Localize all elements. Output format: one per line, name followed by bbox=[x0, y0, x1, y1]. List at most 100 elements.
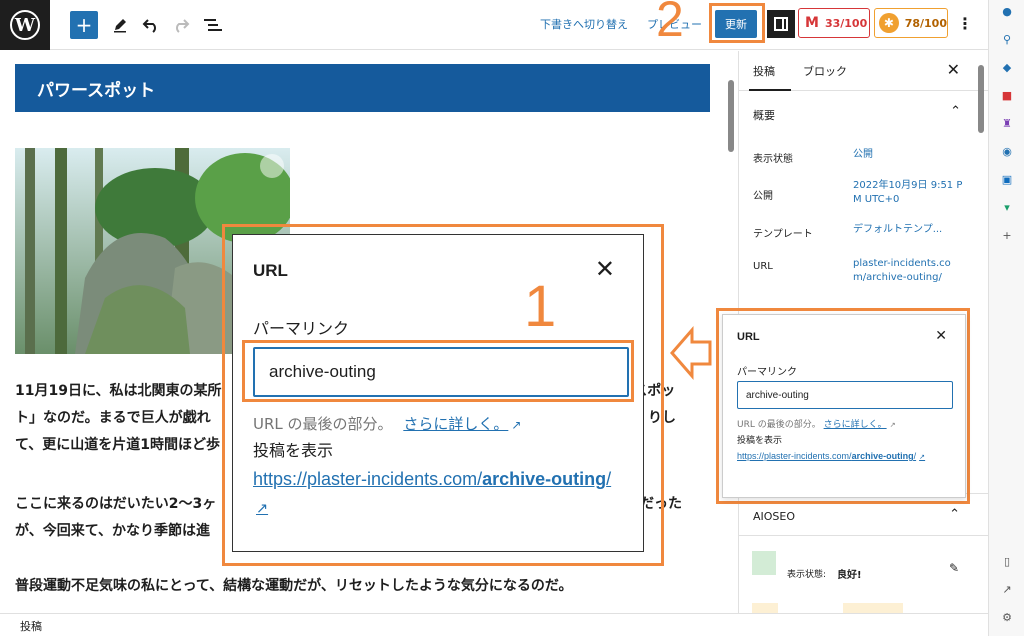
snippet-preview-block bbox=[843, 603, 903, 613]
url-label: URL bbox=[753, 261, 773, 272]
sidebar-tabs: 投稿 ブロック ✕ bbox=[739, 51, 988, 91]
view-post-label: 投稿を表示 bbox=[253, 441, 334, 460]
add-block-button[interactable]: + bbox=[70, 11, 98, 39]
publish-date-value[interactable]: 2022年10月9日 9:51 PM UTC+0 bbox=[853, 179, 963, 207]
browser-side-bar: ● ⚲ ◆ ■ ♜ ◉ ▣ ▾ + ▯ ↗ ⚙ bbox=[988, 0, 1024, 636]
slug-input-highlight-box bbox=[242, 340, 634, 402]
tag-icon[interactable]: ◆ bbox=[1001, 62, 1013, 74]
aioseo-score-badge[interactable]: ✱ 78/100 bbox=[874, 8, 948, 38]
redo-icon bbox=[176, 19, 190, 33]
search-icon[interactable]: ⚲ bbox=[1001, 34, 1013, 46]
tab-post[interactable]: 投稿 bbox=[753, 63, 775, 79]
aioseo-status-value: 良好! bbox=[837, 570, 862, 581]
settings-icon[interactable]: ⚙ bbox=[1001, 612, 1013, 624]
seo-logo-icon: M bbox=[805, 15, 819, 31]
post-permalink-link[interactable]: https://plaster-incidents.com/archive-ou… bbox=[253, 465, 623, 523]
post-paragraph[interactable]: 普段運動不足気味の私にとって、結構な運動だが、リセットしたような気分になるのだ。 bbox=[15, 573, 695, 600]
chevron-up-icon[interactable]: ⌃ bbox=[949, 507, 960, 522]
permalink-suffix: / bbox=[913, 451, 917, 461]
plus-icon: + bbox=[75, 13, 93, 37]
sidebar-icon bbox=[774, 17, 788, 31]
status-indicator-icon bbox=[752, 551, 776, 575]
url-value[interactable]: plaster-incidents.com/archive-outing/ bbox=[853, 257, 963, 285]
url-popover: URL ✕ パーマリンク URL の最後の部分。 さらに詳しく。↗ 投稿を表示 … bbox=[722, 314, 966, 498]
permalink-slug: archive-outing bbox=[851, 451, 914, 461]
aioseo-gear-icon: ✱ bbox=[879, 13, 899, 33]
close-icon[interactable]: ✕ bbox=[595, 255, 615, 283]
url-popover-title: URL bbox=[737, 331, 760, 343]
shopping-icon[interactable]: ▾ bbox=[1001, 202, 1013, 214]
sidebar-scrollbar-thumb[interactable] bbox=[978, 65, 984, 133]
aioseo-score-value: 78/100 bbox=[904, 16, 947, 30]
help-text: URL の最後の部分。 bbox=[737, 420, 821, 430]
paragraph-line: 普段運動不足気味の私にとって、結構な運動だが、リセットしたような気分になるのだ。 bbox=[15, 578, 573, 594]
seo-score-badge[interactable]: M 33/100 bbox=[798, 8, 870, 38]
learn-more-link[interactable]: さらに詳しく。 bbox=[403, 415, 508, 433]
view-post-label: 投稿を表示 bbox=[737, 436, 783, 446]
copilot-icon[interactable]: ◉ bbox=[1001, 146, 1013, 158]
wordpress-logo[interactable]: W bbox=[0, 0, 50, 50]
panel-icon[interactable]: ▯ bbox=[1001, 556, 1013, 568]
divider bbox=[739, 535, 988, 536]
permalink-label: パーマリンク bbox=[253, 319, 350, 338]
permalink-label: パーマリンク bbox=[737, 367, 797, 378]
seo-score-value: 33/100 bbox=[824, 16, 868, 30]
aioseo-status-label: 表示状態: bbox=[787, 570, 827, 580]
external-link-icon: ↗ bbox=[919, 452, 926, 461]
aioseo-panel-title[interactable]: AIOSEO bbox=[753, 510, 795, 523]
redo-button[interactable] bbox=[170, 9, 192, 41]
permalink-help-text: URL の最後の部分。 さらに詳しく。 ↗ bbox=[737, 417, 896, 430]
scrollbar-thumb[interactable] bbox=[728, 80, 734, 152]
permalink-help-text: URL の最後の部分。 さらに詳しく。 ↗ bbox=[253, 413, 521, 434]
permalink-slug: archive-outing bbox=[482, 469, 607, 489]
template-label: テンプレート bbox=[753, 229, 813, 240]
add-icon[interactable]: + bbox=[1001, 230, 1013, 242]
switch-to-draft-link[interactable]: 下書きへ切り替え bbox=[540, 16, 628, 32]
visibility-value[interactable]: 公開 bbox=[853, 148, 963, 162]
visibility-label: 表示状態 bbox=[753, 154, 793, 165]
breadcrumb-statusbar: 投稿 bbox=[0, 613, 988, 636]
summary-panel-title[interactable]: 概要 bbox=[753, 107, 775, 123]
wordpress-icon: W bbox=[10, 10, 40, 40]
post-permalink-link[interactable]: https://plaster-incidents.com/archive-ou… bbox=[737, 449, 947, 464]
external-link-icon: ↗ bbox=[511, 418, 522, 432]
chess-icon[interactable]: ♜ bbox=[1001, 118, 1013, 130]
learn-more-link[interactable]: さらに詳しく。 bbox=[824, 420, 887, 430]
help-text: URL の最後の部分。 bbox=[253, 415, 393, 433]
settings-sidebar-toggle[interactable] bbox=[767, 10, 795, 38]
list-view-icon bbox=[204, 19, 222, 31]
permalink-suffix: / bbox=[606, 469, 612, 489]
editor-toolbar: W + 下書きへ切り替え プレビュー 更新 2 M 33/100 ✱ 78/10… bbox=[0, 0, 988, 50]
url-popover-title: URL bbox=[253, 261, 288, 280]
document-overview-button[interactable] bbox=[202, 9, 224, 41]
template-value[interactable]: デフォルトテンプ... bbox=[853, 223, 963, 237]
edit-icon[interactable]: ✎ bbox=[949, 561, 959, 575]
post-heading-block[interactable]: パワースポット bbox=[15, 64, 710, 112]
tab-block[interactable]: ブロック bbox=[803, 63, 847, 79]
more-vertical-icon: ⋮ bbox=[957, 14, 973, 33]
bell-icon[interactable]: ● bbox=[1001, 6, 1013, 18]
chevron-up-icon[interactable]: ⌃ bbox=[950, 104, 961, 119]
close-sidebar-icon[interactable]: ✕ bbox=[947, 60, 960, 79]
pencil-icon bbox=[114, 19, 126, 33]
outlook-icon[interactable]: ▣ bbox=[1001, 174, 1013, 186]
external-link-icon: ↗ bbox=[889, 420, 896, 429]
toolbox-icon[interactable]: ■ bbox=[1001, 90, 1013, 102]
permalink-slug-input[interactable] bbox=[737, 381, 953, 409]
arrow-left-annotation-icon bbox=[670, 326, 712, 380]
permalink-prefix: https://plaster-incidents.com/ bbox=[737, 451, 852, 461]
step-1-annotation: 1 bbox=[524, 274, 557, 339]
external-icon[interactable]: ↗ bbox=[1001, 584, 1013, 596]
update-highlight-box bbox=[709, 3, 765, 43]
tools-button[interactable] bbox=[110, 9, 130, 41]
options-more-button[interactable]: ⋮ bbox=[957, 14, 973, 33]
breadcrumb-post[interactable]: 投稿 bbox=[20, 620, 42, 633]
external-link-icon: ↗ bbox=[256, 501, 269, 517]
snippet-preview-block bbox=[752, 603, 778, 613]
close-icon[interactable]: ✕ bbox=[935, 328, 947, 344]
undo-button[interactable] bbox=[140, 9, 162, 41]
undo-icon bbox=[142, 19, 156, 33]
publish-label: 公開 bbox=[753, 191, 773, 202]
permalink-prefix: https://plaster-incidents.com/ bbox=[253, 469, 483, 489]
step-2-annotation: 2 bbox=[656, 0, 684, 47]
